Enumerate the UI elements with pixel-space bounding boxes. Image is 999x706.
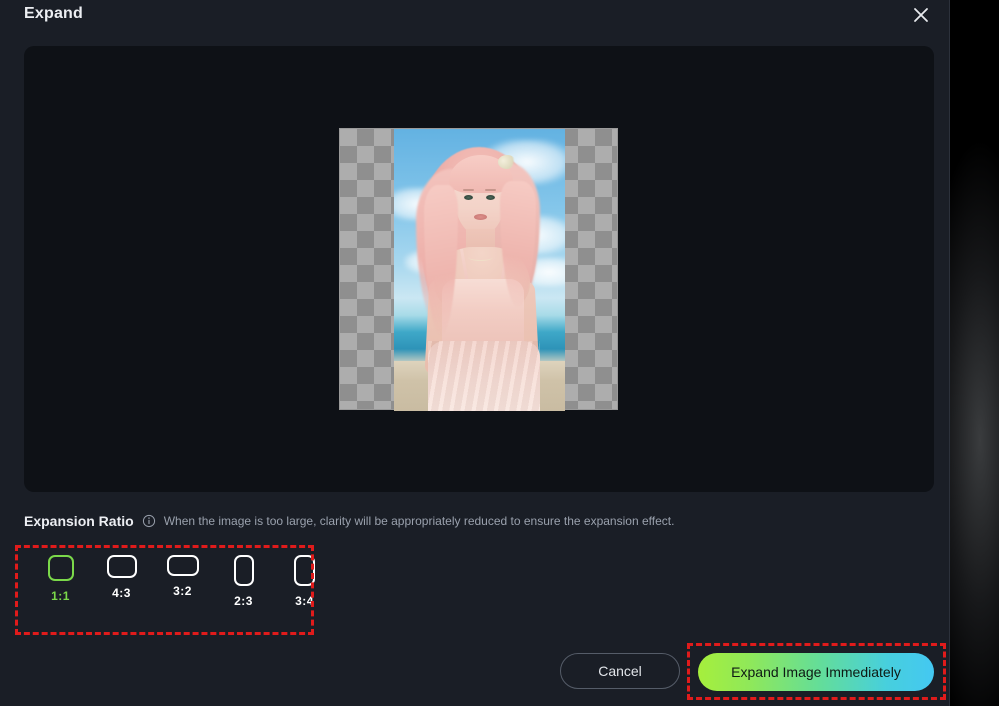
ratio-option-label: 1:1 — [51, 589, 70, 603]
ratio-option-label: 2:3 — [234, 594, 253, 608]
expansion-ratio-hint: When the image is too large, clarity wil… — [164, 514, 675, 528]
ratio-shape-icon — [234, 555, 254, 586]
ratio-shape-icon — [294, 555, 315, 586]
ratio-option-label: 3:4 — [295, 594, 314, 608]
expansion-ratio-options[interactable]: 1:1 4:3 3:2 2:3 3:4 — [30, 555, 335, 608]
image-preview-stage — [24, 46, 934, 492]
info-circle-icon — [142, 514, 156, 528]
ratio-option-label: 3:2 — [173, 584, 192, 598]
ratio-option-3-2[interactable]: 3:2 — [152, 555, 213, 608]
page-root: Expand — [0, 0, 999, 706]
expansion-ratio-label: Expansion Ratio — [24, 513, 134, 529]
ratio-option-3-4[interactable]: 3:4 — [274, 555, 335, 608]
ratio-option-1-1[interactable]: 1:1 — [30, 555, 91, 608]
page-title: Expand — [24, 5, 83, 23]
expand-canvas[interactable] — [339, 128, 618, 410]
ratio-shape-icon — [107, 555, 137, 578]
expand-dialog: Expand — [0, 0, 950, 706]
page-backdrop — [950, 0, 999, 706]
source-image — [394, 129, 565, 411]
ratio-option-4-3[interactable]: 4:3 — [91, 555, 152, 608]
ratio-option-2-3[interactable]: 2:3 — [213, 555, 274, 608]
expansion-ratio-header: Expansion Ratio When the image is too la… — [24, 513, 674, 529]
expand-image-immediately-button[interactable]: Expand Image Immediately — [698, 653, 934, 691]
ratio-option-label: 4:3 — [112, 586, 131, 600]
dialog-header: Expand — [0, 0, 950, 46]
close-icon[interactable] — [908, 2, 934, 28]
ratio-shape-icon — [48, 555, 74, 581]
cancel-button[interactable]: Cancel — [560, 653, 680, 689]
dialog-footer: Cancel Expand Image Immediately — [0, 645, 950, 706]
ratio-shape-icon — [167, 555, 199, 576]
